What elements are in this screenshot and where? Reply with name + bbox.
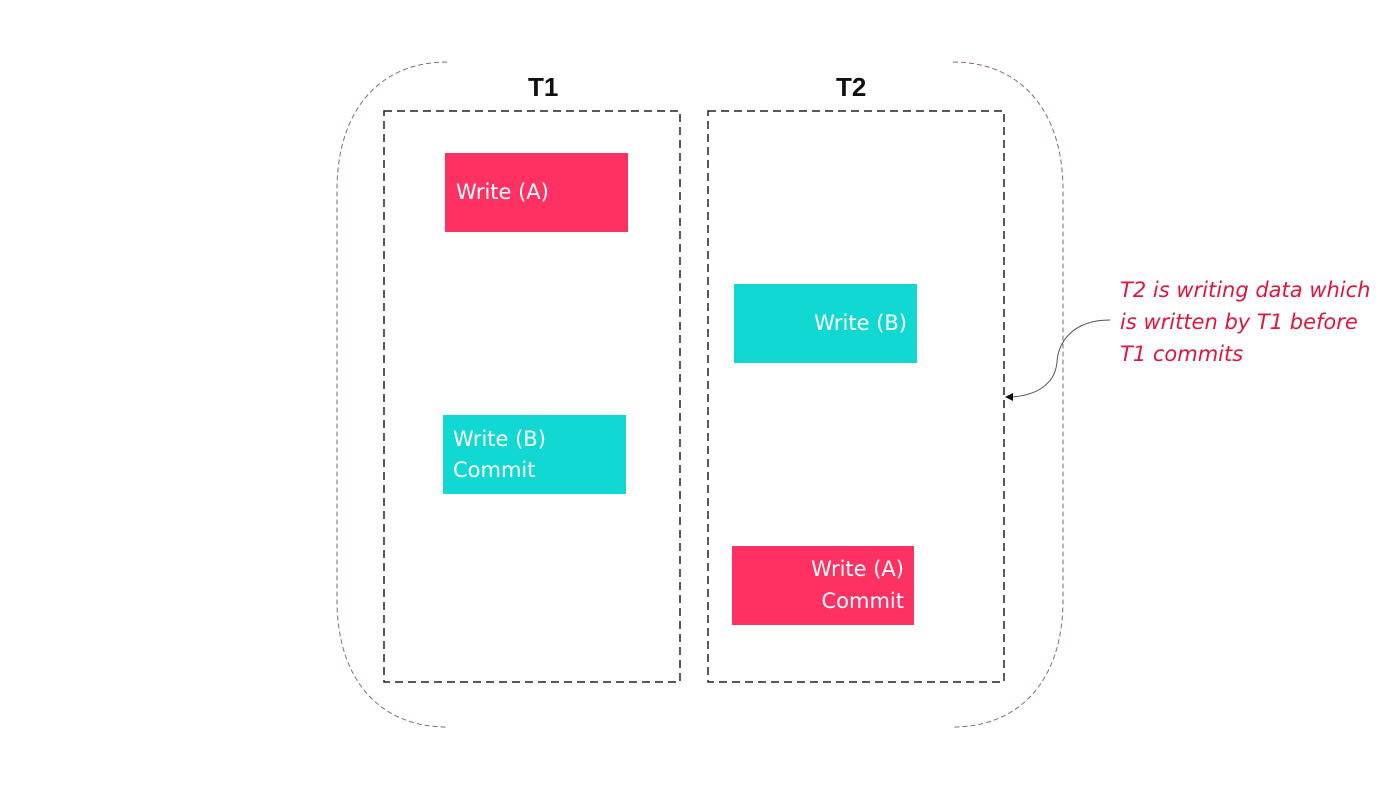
- t1-op-2-line-2: Commit: [453, 458, 536, 482]
- t2-op-2-line-1: Write (A): [811, 557, 904, 581]
- t2-op-2-line-2: Commit: [821, 589, 905, 613]
- annotation-text: T2 is writing data which is written by T…: [1120, 278, 1371, 366]
- arrowhead-icon: [1005, 393, 1013, 401]
- t1-title: T1: [528, 72, 559, 102]
- t2-title: T2: [836, 72, 867, 102]
- t1-op-2-line-1: Write (B): [453, 427, 546, 451]
- diagram-shapes: [336, 61, 1111, 728]
- t1-op-1-label: Write (A): [456, 180, 549, 204]
- right-bracket: [952, 61, 1064, 728]
- left-bracket: [336, 61, 448, 728]
- t2-op-1-label: Write (B): [814, 311, 907, 335]
- diagram-canvas: T1 T2 Write (A) Write (B) Commit Write (…: [0, 0, 1400, 788]
- annotation-arrow: [1009, 319, 1111, 398]
